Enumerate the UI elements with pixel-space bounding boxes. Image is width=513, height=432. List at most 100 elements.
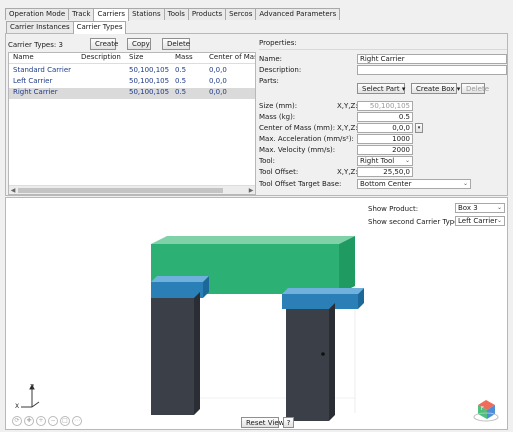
create-box-dropdown[interactable]: Create Box ▾ xyxy=(411,83,460,94)
table-row-selected[interactable]: Right Carrier 50,100,105 0.5 0,0,0 xyxy=(9,88,255,99)
reset-view-button[interactable]: Reset View xyxy=(241,417,284,428)
table-row[interactable]: Left Carrier 50,100,105 0.5 0,0,0 xyxy=(9,77,255,88)
carrier-types-count: Carrier Types: 3 xyxy=(8,41,63,49)
tab-advanced-parameters[interactable]: Advanced Parameters xyxy=(255,8,341,20)
chevron-down-icon: ▾ xyxy=(401,85,406,93)
axis-x-label: X xyxy=(15,403,20,410)
product-box-top xyxy=(151,236,355,244)
main-tab-strip: Operation Mode Track Carriers Stations T… xyxy=(5,8,341,21)
3d-viewport[interactable]: Show Product: Box 3 ⌄ Show second Carrie… xyxy=(5,197,508,430)
divider xyxy=(259,49,507,50)
table-row[interactable]: Standard Carrier 50,100,105 0.5 0,0,0 xyxy=(9,66,255,77)
zoom-fit-icon[interactable]: □ xyxy=(60,416,70,426)
right-carrier-side xyxy=(329,303,335,421)
size-xyz-label: X,Y,Z: xyxy=(337,102,358,110)
cell-mass: 0.5 xyxy=(175,66,187,74)
zoom-out-icon[interactable]: − xyxy=(48,416,58,426)
carrier-types-table: Name Description Size Mass Center of Ma s… xyxy=(8,52,256,195)
3d-scene xyxy=(21,236,499,422)
cell-name: Standard Carrier xyxy=(13,66,72,74)
center-of-mass-field[interactable]: 0,0,0 xyxy=(357,123,413,133)
right-tool-top xyxy=(282,288,364,294)
tab-carrier-instances[interactable]: Carrier Instances xyxy=(6,21,74,33)
settings-icon[interactable]: ⋯ xyxy=(72,416,82,426)
tab-carrier-types[interactable]: Carrier Types xyxy=(72,21,127,34)
chevron-down-icon: ⌄ xyxy=(404,157,410,164)
column-header-mass[interactable]: Mass xyxy=(175,53,209,61)
tool-offset-target-base-select[interactable]: Bottom Center ⌄ xyxy=(357,179,471,189)
left-tool xyxy=(151,276,209,298)
select-part-label: Select Part xyxy=(362,85,400,93)
orbit-icon[interactable]: ⟳ xyxy=(12,416,22,426)
max-acceleration-field[interactable]: 1000 xyxy=(357,134,413,144)
column-header-size[interactable]: Size xyxy=(129,53,175,61)
column-header-description[interactable]: Description xyxy=(81,53,127,61)
column-header-name[interactable]: Name xyxy=(13,53,81,61)
name-label: Name: xyxy=(259,55,283,63)
tab-sercos[interactable]: Sercos xyxy=(225,8,257,20)
mass-field[interactable]: 0.5 xyxy=(357,112,413,122)
cell-center-of-mass: 0,0,0 xyxy=(209,88,227,96)
cell-mass: 0.5 xyxy=(175,77,187,85)
product-box-side xyxy=(339,236,355,294)
cell-size: 50,100,105 xyxy=(129,66,170,74)
table-header: Name Description Size Mass Center of Mas… xyxy=(9,53,255,64)
navigation-buttons: ⟳ ✚ + − □ ⋯ xyxy=(12,416,82,426)
max-velocity-field[interactable]: 2000 xyxy=(357,145,413,155)
tool-offset-target-base-value: Bottom Center xyxy=(360,180,412,188)
tab-operation-mode[interactable]: Operation Mode xyxy=(5,8,70,20)
center-of-mass-xyz-label: X,Y,Z: xyxy=(337,124,358,132)
tab-tools[interactable]: Tools xyxy=(163,8,189,20)
tool-label: Tool: xyxy=(259,157,275,165)
horizontal-scrollbar[interactable]: ◀ ▶ xyxy=(9,185,255,194)
delete-button[interactable]: Delete xyxy=(162,38,190,50)
right-carrier xyxy=(286,303,335,421)
mass-label: Mass (kg): xyxy=(259,113,296,121)
zoom-in-icon[interactable]: + xyxy=(36,416,46,426)
scroll-right-icon[interactable]: ▶ xyxy=(247,186,255,194)
carrier-types-panel: Carrier Types: 3 Create Copy Delete Name… xyxy=(5,33,508,196)
tab-carriers[interactable]: Carriers xyxy=(93,8,130,21)
tab-track[interactable]: Track xyxy=(68,8,95,20)
center-of-mass-picker-button[interactable]: ▾ xyxy=(415,123,423,133)
carrier-marker-dot xyxy=(321,352,325,356)
copy-button[interactable]: Copy xyxy=(127,38,151,50)
chevron-down-icon: ▾ xyxy=(456,85,461,93)
view-cube-label[interactable]: F xyxy=(481,406,484,412)
left-tool-front xyxy=(151,282,203,298)
description-field[interactable] xyxy=(357,65,507,75)
cell-name: Right Carrier xyxy=(13,88,58,96)
create-button[interactable]: Create xyxy=(90,38,118,50)
help-button[interactable]: ? xyxy=(283,417,294,428)
max-velocity-label: Max. Velocity (mm/s): xyxy=(259,146,336,154)
tab-stations[interactable]: Stations xyxy=(128,8,165,20)
description-label: Description: xyxy=(259,66,302,74)
parts-delete-button[interactable]: Delete xyxy=(461,83,489,94)
dropdown-arrow-icon: ▾ xyxy=(417,125,421,131)
left-carrier-side xyxy=(194,292,200,415)
name-field[interactable]: Right Carrier xyxy=(357,54,507,64)
pan-icon[interactable]: ✚ xyxy=(24,416,34,426)
chevron-down-icon: ⌄ xyxy=(462,180,468,187)
scroll-left-icon[interactable]: ◀ xyxy=(9,186,17,194)
sub-tab-strip: Carrier Instances Carrier Types xyxy=(6,21,127,34)
tool-offset-label: Tool Offset: xyxy=(259,168,299,176)
center-of-mass-label: Center of Mass (mm): xyxy=(259,124,336,132)
column-header-center-of-mass[interactable]: Center of Mass: M xyxy=(209,53,255,61)
cell-size: 50,100,105 xyxy=(129,77,170,85)
cell-center-of-mass: 0,0,0 xyxy=(209,66,227,74)
properties-panel: Properties: Name: Right Carrier Descript… xyxy=(259,37,507,195)
select-part-dropdown[interactable]: Select Part ▾ xyxy=(357,83,405,94)
right-tool xyxy=(282,288,364,309)
axis-z-label: Z xyxy=(30,384,35,391)
cell-mass: 0.5 xyxy=(175,88,187,96)
tab-products[interactable]: Products xyxy=(187,8,227,20)
tool-select-value: Right Tool xyxy=(360,157,395,165)
cell-center-of-mass: 0,0,0 xyxy=(209,77,227,85)
properties-title: Properties: xyxy=(259,39,297,47)
create-box-label: Create Box xyxy=(416,85,455,93)
tool-offset-field[interactable]: 25,50,0 xyxy=(357,167,413,177)
tool-select[interactable]: Right Tool ⌄ xyxy=(357,156,413,166)
scrollbar-thumb[interactable] xyxy=(18,188,223,193)
size-field[interactable]: 50,100,105 xyxy=(357,101,413,111)
